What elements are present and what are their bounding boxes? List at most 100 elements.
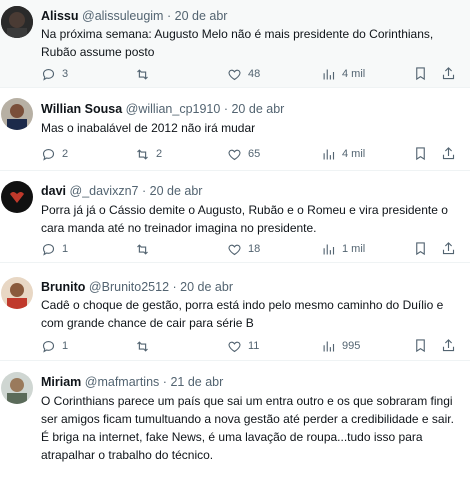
tweet[interactable]: Willian Sousa @willian_cp1910 · 20 de ab…	[0, 88, 470, 171]
reply-count: 1	[62, 243, 69, 255]
timestamp[interactable]: 20 de abr	[150, 184, 203, 198]
like-count: 18	[248, 243, 261, 255]
bookmark-button[interactable]	[413, 146, 428, 166]
retweet-button[interactable]	[135, 338, 156, 354]
author-name[interactable]: Willian Sousa	[41, 102, 122, 116]
share-button[interactable]	[441, 338, 456, 358]
author-handle[interactable]: @Brunito2512	[89, 280, 169, 294]
tweet-text: Mas o inabalável de 2012 não irá mudar	[41, 121, 256, 135]
share-button[interactable]	[441, 241, 456, 261]
author-name[interactable]: davi	[41, 184, 66, 198]
bookmark-icon	[416, 242, 425, 256]
like-count: 65	[248, 148, 261, 160]
like-button[interactable]: 18	[227, 241, 260, 257]
tweet[interactable]: Brunito @Brunito2512 · 20 de abr Cadê o …	[0, 263, 470, 361]
reply-icon	[42, 340, 55, 353]
views-button[interactable]: 4 mil	[321, 146, 365, 162]
tweet-text: Na próxima semana: Augusto Melo não é ma…	[41, 27, 434, 59]
avatar-image	[1, 277, 33, 309]
author-handle[interactable]: @alissuleugim	[82, 9, 163, 23]
share-button[interactable]	[441, 66, 456, 86]
reply-count: 3	[62, 68, 69, 80]
share-button[interactable]	[441, 146, 456, 166]
avatar[interactable]	[1, 181, 33, 213]
reply-icon	[42, 148, 55, 161]
timestamp[interactable]: 20 de abr	[180, 280, 233, 294]
separator-dot: ·	[166, 9, 172, 23]
author-name[interactable]: Brunito	[41, 280, 85, 294]
tweet-header: Miriam @mafmartins · 21 de abr	[41, 374, 223, 390]
like-count: 48	[248, 68, 261, 80]
view-count: 4 mil	[342, 68, 366, 80]
bookmark-button[interactable]	[413, 338, 428, 358]
author-handle[interactable]: @_davixzn7	[70, 184, 139, 198]
reply-icon	[42, 243, 55, 256]
reply-button[interactable]: 1	[41, 338, 68, 354]
reply-button[interactable]: 1	[41, 241, 68, 257]
like-count: 11	[248, 340, 260, 352]
bookmark-button[interactable]	[413, 66, 428, 86]
reply-count: 1	[62, 340, 69, 352]
analytics-icon	[323, 341, 335, 351]
like-button[interactable]: 48	[227, 66, 260, 82]
like-button[interactable]: 65	[227, 146, 260, 162]
retweet-button[interactable]	[135, 66, 156, 82]
share-icon	[442, 339, 455, 352]
share-icon	[442, 242, 455, 255]
retweet-button[interactable]: 2	[135, 146, 162, 162]
view-count: 4 mil	[342, 148, 366, 160]
author-name[interactable]: Alissu	[41, 9, 79, 23]
tweet-text: Porra já já o Cássio demite o Augusto, R…	[41, 203, 448, 235]
analytics-icon	[323, 149, 335, 159]
bookmark-button[interactable]	[413, 241, 428, 261]
share-icon	[442, 147, 455, 160]
heart-icon	[228, 69, 241, 80]
tweet-text: O Corinthians parece um país que sai um …	[41, 394, 454, 462]
author-handle[interactable]: @willian_cp1910	[126, 102, 221, 116]
views-button[interactable]: 995	[321, 338, 360, 354]
analytics-icon	[323, 244, 335, 254]
heart-icon	[228, 149, 241, 160]
retweet-button[interactable]	[135, 241, 156, 257]
action-bar: 1 18 1 mil	[41, 241, 461, 257]
tweet-header: Willian Sousa @willian_cp1910 · 20 de ab…	[41, 101, 284, 117]
timestamp[interactable]: 20 de abr	[175, 9, 228, 23]
tweet-header: Brunito @Brunito2512 · 20 de abr	[41, 279, 233, 295]
bookmark-icon	[416, 339, 425, 353]
author-name[interactable]: Miriam	[41, 375, 81, 389]
retweet-icon	[137, 68, 148, 80]
bookmark-icon	[416, 147, 425, 161]
analytics-icon	[323, 69, 335, 79]
timestamp[interactable]: 20 de abr	[231, 102, 284, 116]
views-button[interactable]: 4 mil	[321, 66, 365, 82]
avatar[interactable]	[1, 372, 33, 404]
retweet-icon	[137, 340, 148, 352]
retweet-icon	[137, 148, 148, 160]
view-count: 1 mil	[342, 243, 366, 255]
separator-dot: ·	[141, 184, 147, 198]
reply-button[interactable]: 3	[41, 66, 68, 82]
separator-dot: ·	[223, 102, 228, 116]
timestamp[interactable]: 21 de abr	[170, 375, 223, 389]
avatar-image	[1, 98, 33, 130]
avatar[interactable]	[1, 98, 33, 130]
separator-dot: ·	[172, 280, 177, 294]
avatar[interactable]	[1, 277, 33, 309]
tweet-text: Cadê o choque de gestão, porra está indo…	[41, 298, 444, 330]
share-icon	[442, 67, 455, 80]
views-button[interactable]: 1 mil	[321, 241, 365, 257]
like-button[interactable]: 11	[227, 338, 259, 354]
avatar[interactable]	[1, 6, 33, 38]
avatar-image	[1, 6, 33, 38]
heart-icon	[228, 244, 241, 255]
author-handle[interactable]: @mafmartins	[85, 375, 160, 389]
tweet[interactable]: Alissu @alissuleugim · 20 de abr Na próx…	[0, 0, 470, 88]
tweet-header: Alissu @alissuleugim · 20 de abr	[41, 8, 227, 24]
tweet[interactable]: Miriam @mafmartins · 21 de abr O Corinth…	[0, 361, 470, 498]
avatar-image	[1, 181, 33, 213]
view-count: 995	[342, 340, 361, 352]
retweet-count: 2	[156, 148, 163, 160]
reply-button[interactable]: 2	[41, 146, 68, 162]
tweet[interactable]: davi @_davixzn7 · 20 de abr Porra já já …	[0, 171, 470, 263]
action-bar: 1 11 995	[41, 338, 461, 354]
